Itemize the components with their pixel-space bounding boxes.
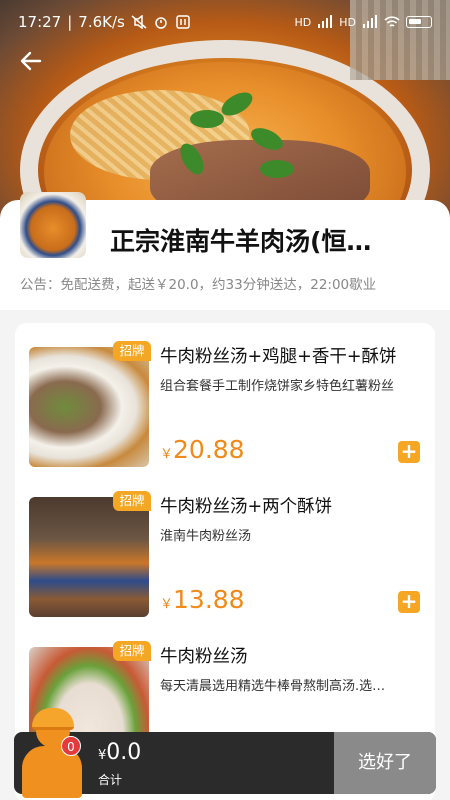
signature-badge: 招牌 bbox=[113, 341, 151, 361]
checkout-button[interactable]: 选好了 bbox=[334, 732, 436, 794]
status-bar: 17:27 | 7.6K/s HD HD bbox=[0, 0, 450, 44]
dish-title: 牛肉粉丝汤+两个酥饼 bbox=[160, 497, 333, 517]
cart-count-badge: 0 bbox=[61, 736, 81, 756]
menu-item[interactable]: 招牌 牛肉粉丝汤+鸡腿+香干+酥饼 组合套餐手工制作烧饼家乡特色红薯粉丝 ￥20… bbox=[15, 323, 435, 473]
dish-price: ￥13.88 bbox=[160, 585, 245, 614]
store-notice: 公告：免配送费，起送￥20.0，约33分钟送达，22:00歇业 bbox=[20, 277, 377, 293]
menu-item[interactable]: 招牌 牛肉粉丝汤+两个酥饼 淮南牛肉粉丝汤 ￥13.88 + bbox=[15, 473, 435, 623]
back-button[interactable] bbox=[18, 48, 48, 78]
add-to-cart-button[interactable]: + bbox=[398, 591, 420, 613]
hd-label-2: HD bbox=[339, 15, 356, 29]
signature-badge: 招牌 bbox=[113, 641, 151, 661]
cart-total-label: 合计 bbox=[98, 773, 123, 787]
dish-description: 每天清晨选用精选牛棒骨熬制高汤.选… bbox=[160, 679, 386, 694]
mute-icon bbox=[131, 15, 147, 29]
dish-title: 牛肉粉丝汤+鸡腿+香干+酥饼 bbox=[160, 347, 397, 367]
alarm-icon bbox=[155, 17, 167, 29]
store-logo bbox=[20, 192, 86, 258]
add-to-cart-button[interactable]: + bbox=[398, 441, 420, 463]
arrow-left-icon bbox=[20, 51, 42, 71]
dish-price: ￥20.88 bbox=[160, 435, 245, 464]
dish-image bbox=[29, 347, 149, 467]
battery-icon bbox=[406, 16, 432, 28]
signal-icon bbox=[318, 15, 333, 28]
hd-label: HD bbox=[294, 15, 312, 29]
wifi-icon bbox=[384, 16, 400, 27]
cart-total: ¥0.0 bbox=[98, 740, 142, 765]
signal-icon-2 bbox=[363, 15, 377, 28]
nfc-icon bbox=[176, 15, 190, 29]
store-header: 正宗淮南牛羊肉汤(恒… 公告：免配送费，起送￥20.0，约33分钟送达，22:0… bbox=[0, 192, 450, 310]
dish-title: 牛肉粉丝汤 bbox=[160, 647, 248, 667]
dish-image bbox=[29, 497, 149, 617]
dish-description: 淮南牛肉粉丝汤 bbox=[160, 529, 252, 544]
cart-bar: 0 ¥0.0 合计 选好了 bbox=[14, 708, 436, 798]
store-name: 正宗淮南牛羊肉汤(恒… bbox=[110, 227, 372, 256]
signature-badge: 招牌 bbox=[113, 491, 151, 511]
cart-icon[interactable]: 0 bbox=[14, 708, 88, 798]
dish-description: 组合套餐手工制作烧饼家乡特色红薯粉丝 bbox=[160, 379, 395, 394]
network-speed: 7.6K/s bbox=[78, 13, 125, 31]
status-time: 17:27 bbox=[18, 13, 62, 31]
